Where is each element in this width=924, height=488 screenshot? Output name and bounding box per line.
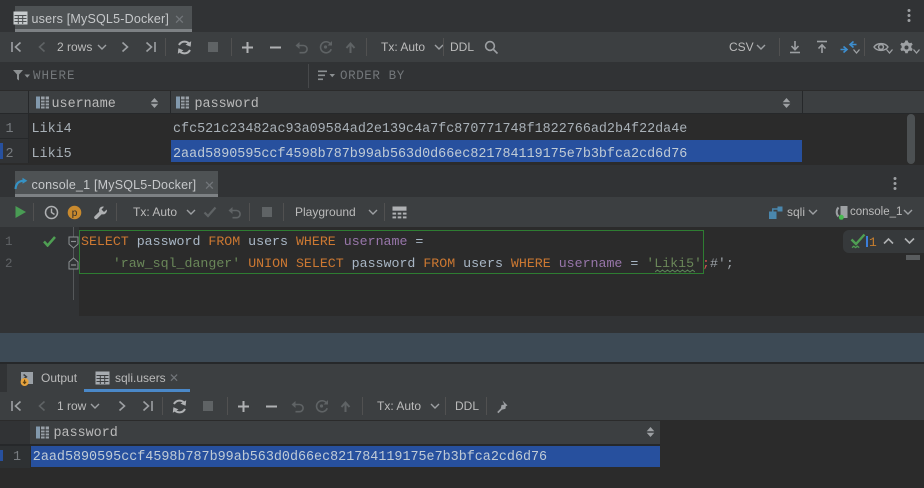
svg-text:p: p: [72, 208, 78, 219]
